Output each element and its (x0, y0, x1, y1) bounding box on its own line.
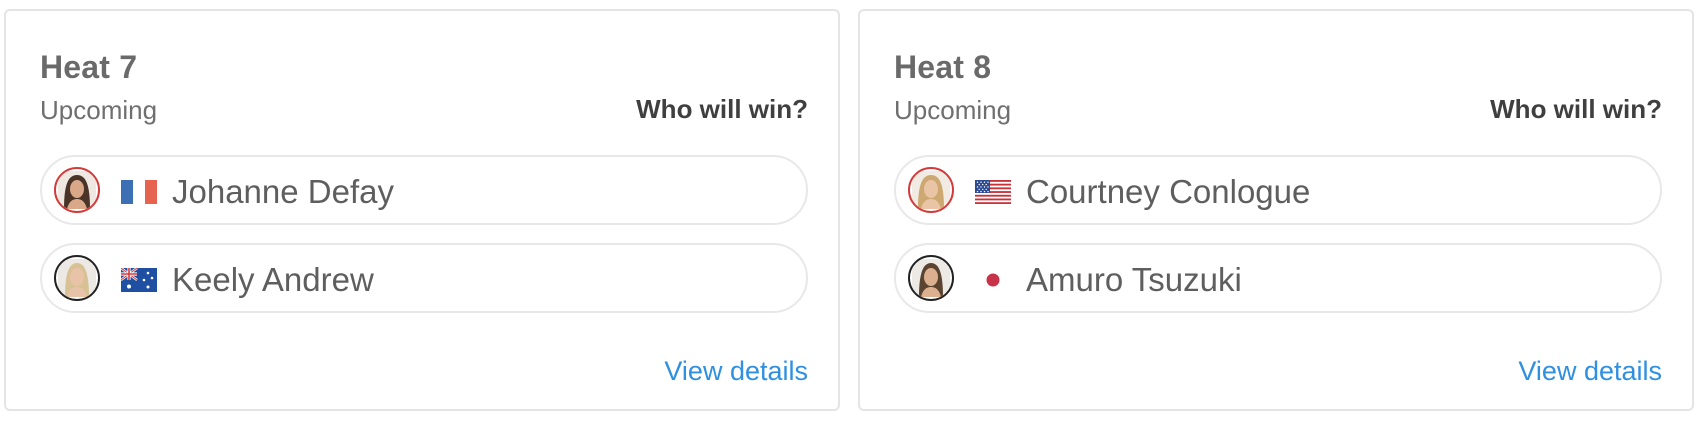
athlete-option[interactable]: Johanne Defay (40, 155, 808, 225)
athlete-name: Johanne Defay (172, 173, 394, 210)
athlete-name: Courtney Conlogue (1026, 173, 1311, 210)
athlete-avatar (54, 167, 100, 213)
heat-card: Heat 7 Upcoming Who will win? Johanne De… (4, 9, 840, 411)
heat-title: Heat 7 (40, 49, 138, 85)
who-will-win-label: Who will win? (1490, 94, 1662, 124)
athlete-option[interactable]: Amuro Tsuzuki (894, 243, 1662, 313)
heat-status: Upcoming (40, 95, 158, 125)
athlete-option[interactable]: Courtney Conlogue (894, 155, 1662, 225)
avatar-photo-icon (58, 259, 96, 297)
athlete-avatar (908, 167, 954, 213)
athlete-name: Keely Andrew (172, 261, 374, 298)
view-details-link[interactable]: View details (1518, 356, 1662, 387)
australia-flag-icon (121, 268, 157, 292)
avatar-photo-icon (912, 259, 950, 297)
athlete-avatar (54, 255, 100, 301)
heat-status: Upcoming (894, 95, 1012, 125)
heat-title: Heat 8 (894, 49, 992, 85)
usa-flag-icon (975, 180, 1011, 204)
avatar-photo-icon (58, 171, 96, 209)
heats-grid: Heat 7 Upcoming Who will win? Johanne De… (0, 0, 1704, 422)
view-details-link[interactable]: View details (664, 356, 808, 387)
athlete-option[interactable]: Keely Andrew (40, 243, 808, 313)
heat-card: Heat 8 Upcoming Who will win? Courtney C… (858, 9, 1694, 411)
who-will-win-label: Who will win? (636, 94, 808, 124)
france-flag-icon (121, 180, 157, 204)
avatar-photo-icon (912, 171, 950, 209)
athlete-name: Amuro Tsuzuki (1026, 261, 1242, 298)
athlete-avatar (908, 255, 954, 301)
japan-flag-icon (975, 268, 1011, 292)
